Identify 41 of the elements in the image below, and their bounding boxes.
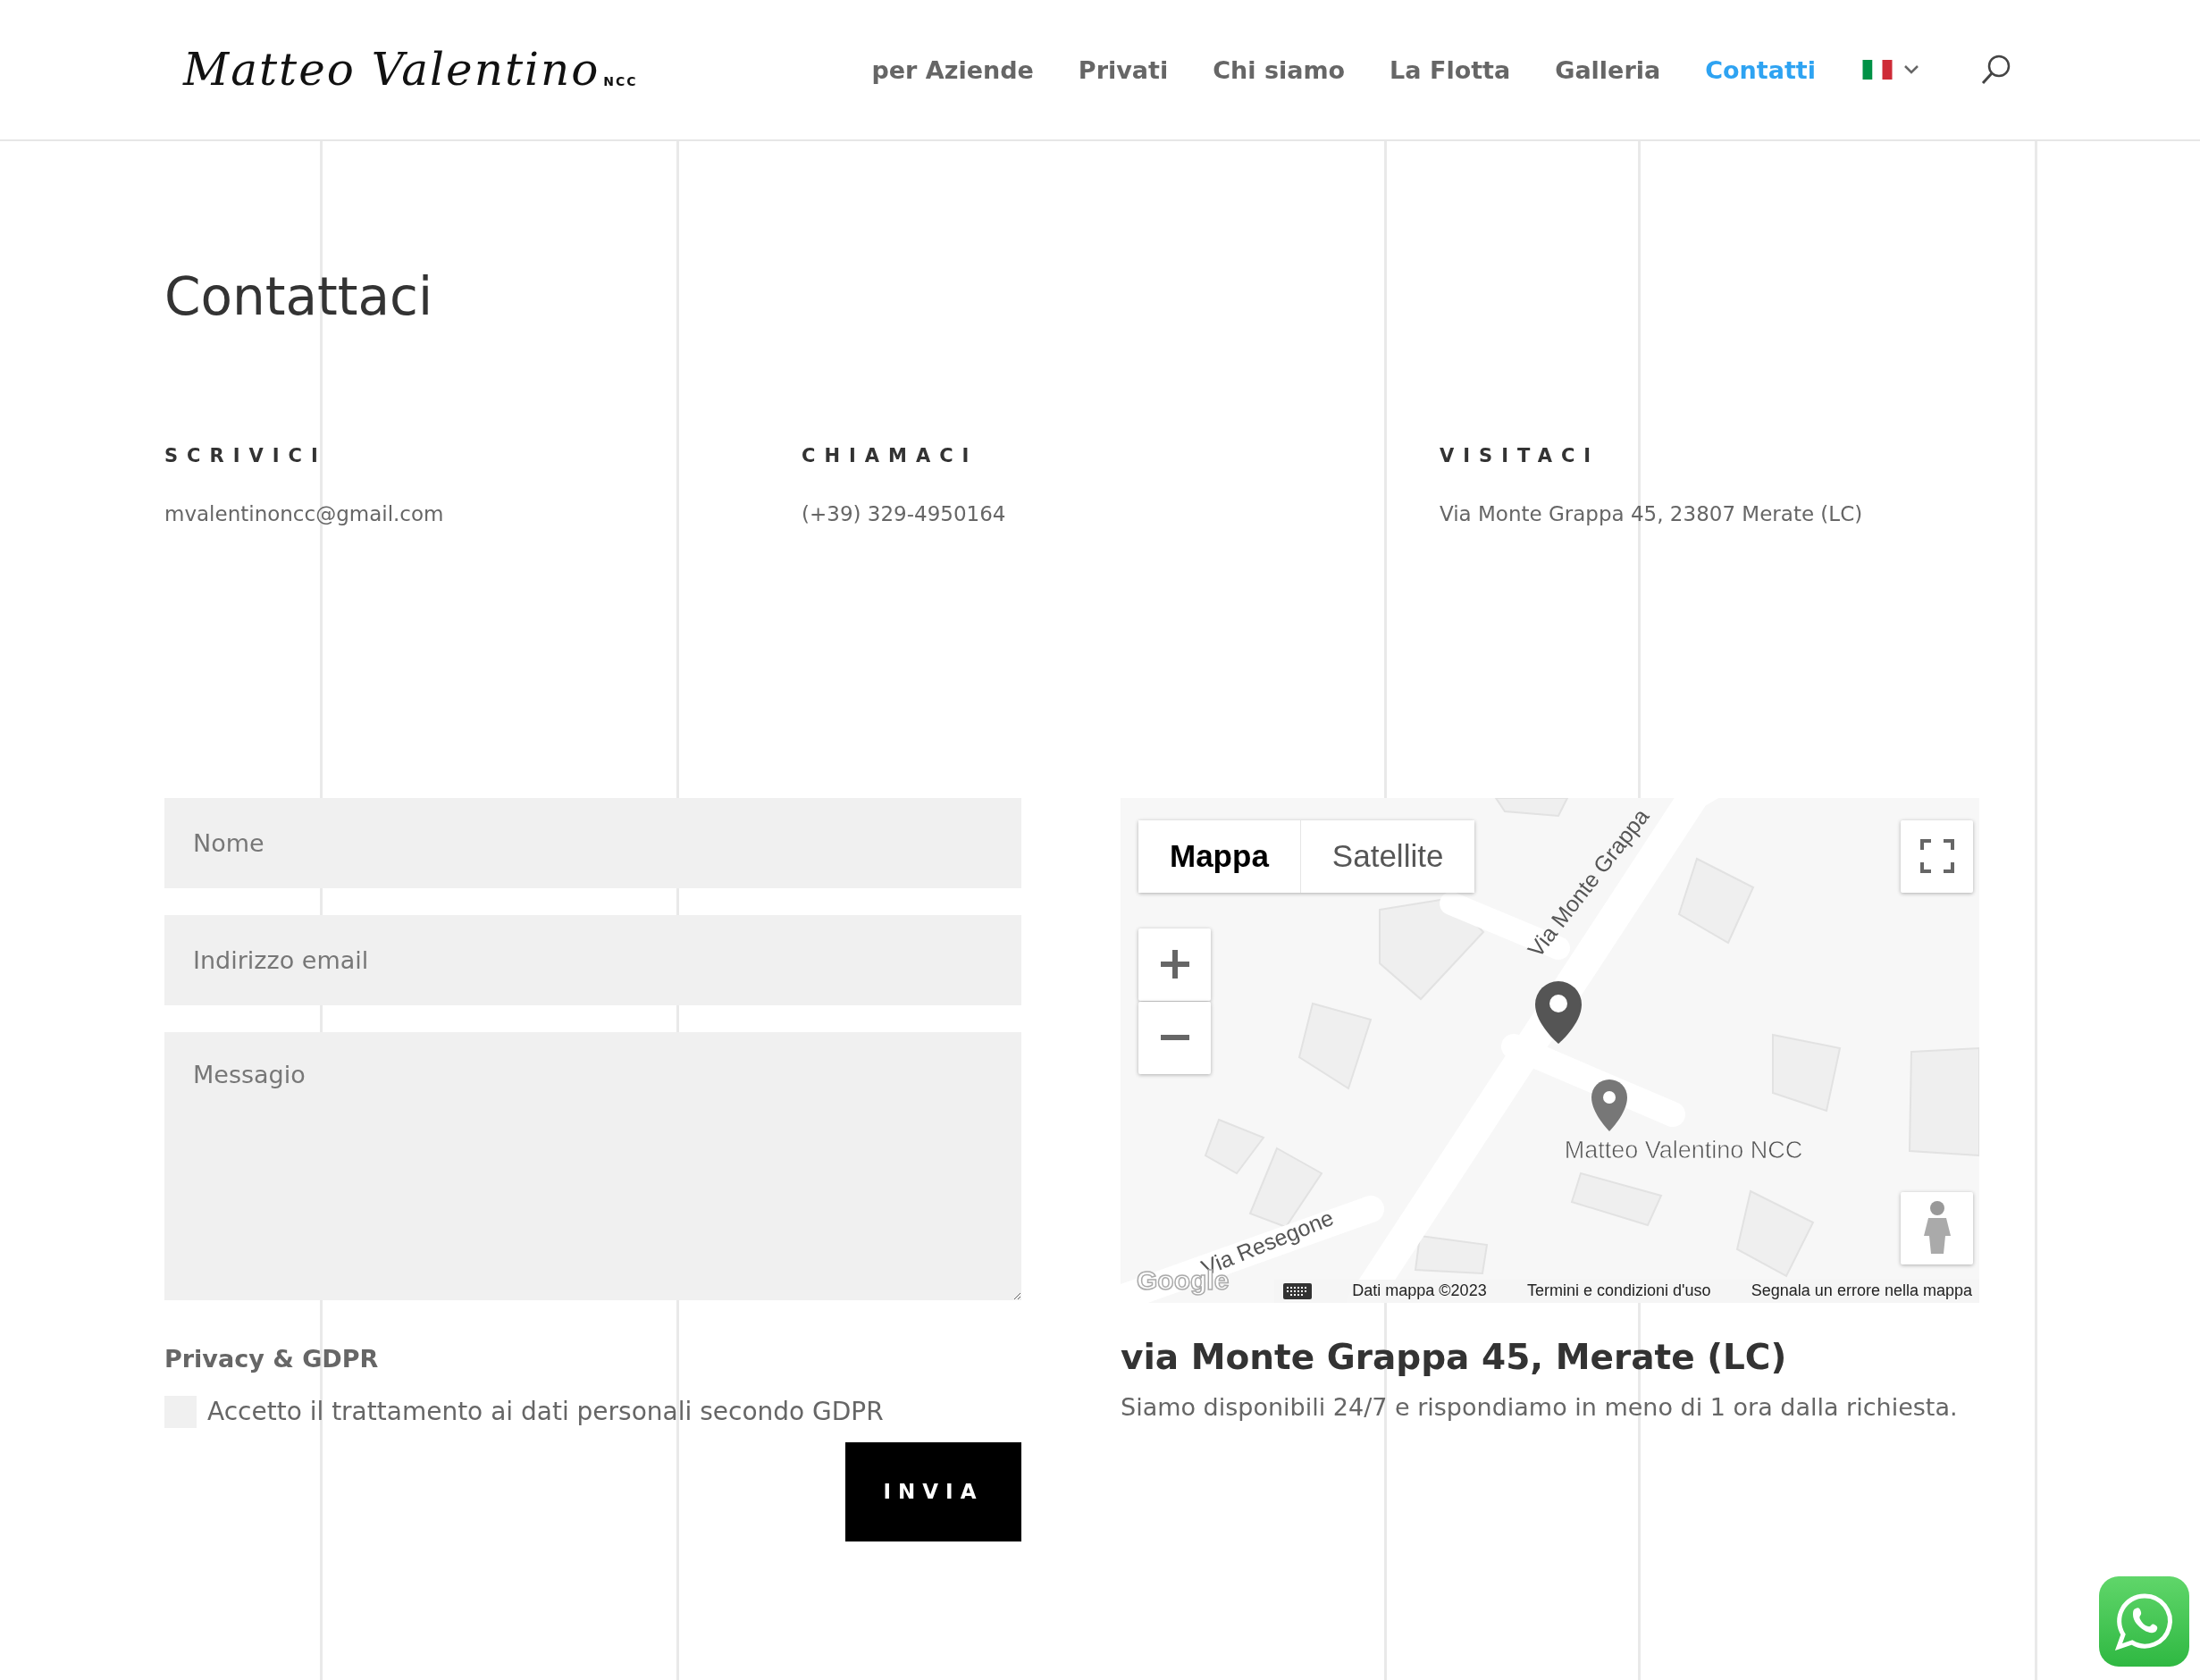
message-field[interactable]: Messagio — [164, 1031, 1021, 1300]
map-attribution: Dati mappa ©2023 — [1352, 1281, 1487, 1301]
contact-heading: CHIAMACI — [802, 444, 979, 466]
submit-button[interactable]: INVIA — [845, 1441, 1021, 1541]
contact-heading: SCRIVICI — [164, 444, 328, 466]
place-label: Matteo Valentino NCC — [1564, 1136, 1803, 1163]
map-attribution[interactable]: Termini e condizioni d'uso — [1526, 1281, 1711, 1301]
input-field[interactable]: Nome — [164, 797, 1021, 888]
logo[interactable]: Matteo Valentino NCC — [183, 44, 638, 96]
fullscreen-icon — [1919, 839, 1954, 874]
nav-link[interactable]: La Flotta — [1390, 55, 1511, 84]
map-attribution[interactable]: Segnala un errore nella mappa — [1751, 1281, 1972, 1301]
map-pin-icon — [1535, 980, 1582, 1044]
contact-value: Via Monte Grappa 45, 23807 Merate (LC) — [1440, 501, 1864, 525]
chevron-down-icon[interactable] — [1903, 64, 1919, 75]
location-title: via Monte Grappa 45, Merate (LC) — [1121, 1336, 1788, 1377]
chat-button[interactable] — [2099, 1576, 2189, 1667]
map-type-tab[interactable]: Satellite — [1299, 819, 1475, 893]
search-icon[interactable] — [1980, 53, 2012, 87]
nav-link[interactable]: Galleria — [1555, 55, 1661, 84]
contact-value: (+39) 329-4950164 — [802, 501, 1007, 525]
map-type-tab[interactable]: Mappa — [1138, 819, 1300, 893]
keyboard-icon[interactable] — [1283, 1282, 1312, 1299]
logo-script: Matteo Valentino — [183, 44, 600, 96]
flag-icon[interactable] — [1862, 60, 1893, 80]
fullscreen-button[interactable] — [1901, 819, 1973, 893]
map-pin-icon — [1591, 1079, 1627, 1131]
zoom-in-button[interactable] — [1138, 928, 1211, 1001]
location-description: Siamo disponibili 24/7 e rispondiamo in meno di 1 ora dalla richiesta. — [1121, 1392, 1959, 1421]
contact-heading: VISITACI — [1440, 444, 1601, 466]
nav-link[interactable]: Chi siamo — [1213, 55, 1346, 84]
consent-title: Privacy & GDPR — [164, 1344, 380, 1373]
input-field[interactable]: Indirizzo email — [164, 914, 1021, 1005]
zoom-out-button[interactable] — [1138, 1001, 1211, 1074]
nav-link[interactable]: per Aziende — [871, 55, 1034, 84]
nav-link[interactable]: Privati — [1078, 55, 1169, 84]
consent-label: Accetto il trattamento ai dati personali secondo GDPR — [207, 1397, 884, 1427]
pegman-button[interactable] — [1901, 1191, 1973, 1264]
contact-value: mvalentinoncc@gmail.com — [164, 501, 445, 525]
page-title: Contattaci — [164, 266, 434, 329]
logo-tag: NCC — [603, 74, 638, 88]
